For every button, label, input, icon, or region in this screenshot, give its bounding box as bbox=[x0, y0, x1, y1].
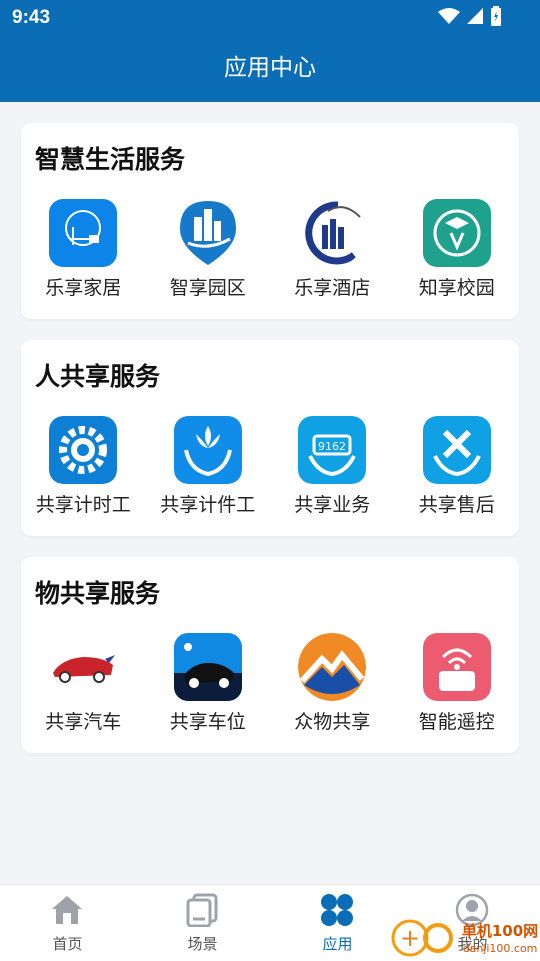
business-icon: 9162 bbox=[298, 416, 366, 484]
hands-plant-icon bbox=[173, 416, 242, 484]
app-grid: 共享计时工 共享计件工 9162 共享业务 共享售后 bbox=[21, 416, 519, 526]
app-label: 共享售后 bbox=[418, 494, 495, 516]
app-item-parking[interactable]: 共享车位 bbox=[146, 633, 271, 743]
remote-icon bbox=[422, 633, 491, 701]
app-label: 共享汽车 bbox=[45, 711, 122, 733]
scenes-icon bbox=[186, 893, 218, 927]
app-grid: 共享汽车 共享车位 众物共享 智能遥控 bbox=[21, 633, 519, 743]
watermark-logo: + 单机100网 danji100.com bbox=[391, 919, 538, 957]
wifi-icon bbox=[438, 8, 460, 24]
app-item-hotel[interactable]: 乐享酒店 bbox=[270, 199, 395, 309]
app-grid: 乐享家居 智享园区 乐享酒店 知享校园 bbox=[21, 199, 519, 309]
svg-text:danji100.com: danji100.com bbox=[463, 942, 538, 955]
tab-label: 场景 bbox=[187, 935, 218, 953]
parking-icon bbox=[173, 633, 242, 701]
gear-icon bbox=[49, 416, 117, 484]
apps-icon bbox=[321, 894, 353, 926]
app-item-piece-worker[interactable]: 共享计件工 bbox=[146, 416, 271, 526]
section-title: 人共享服务 bbox=[35, 362, 161, 391]
app-item-home[interactable]: 乐享家居 bbox=[21, 199, 146, 309]
page-title: 应用中心 bbox=[224, 55, 316, 81]
app-item-hourly-worker[interactable]: 共享计时工 bbox=[21, 416, 146, 526]
status-icons bbox=[438, 6, 502, 26]
app-label: 智享园区 bbox=[169, 277, 246, 299]
app-label: 智能遥控 bbox=[418, 711, 495, 733]
app-item-remote-control[interactable]: 智能遥控 bbox=[395, 633, 520, 743]
section-title: 物共享服务 bbox=[35, 579, 161, 608]
app-header: 应用中心 bbox=[0, 36, 540, 102]
signal-icon bbox=[467, 8, 483, 24]
status-bar: 9:43 bbox=[0, 0, 540, 36]
app-item-crowd-sharing[interactable]: 众物共享 bbox=[270, 633, 395, 743]
tab-label: 应用 bbox=[322, 935, 353, 953]
smart-home-icon bbox=[49, 199, 117, 267]
campus-icon bbox=[422, 199, 491, 267]
tab-home[interactable]: 首页 bbox=[0, 885, 135, 961]
battery-icon bbox=[491, 6, 501, 26]
tab-apps[interactable]: 应用 bbox=[270, 885, 405, 961]
app-label: 乐享酒店 bbox=[294, 277, 371, 299]
status-time: 9:43 bbox=[12, 7, 51, 28]
app-label: 乐享家居 bbox=[45, 277, 122, 299]
home-icon bbox=[52, 896, 82, 924]
mountain-icon bbox=[298, 633, 366, 701]
section-title: 智慧生活服务 bbox=[35, 145, 186, 174]
app-label: 众物共享 bbox=[294, 711, 371, 733]
app-label: 共享计时工 bbox=[35, 494, 131, 516]
car-icon bbox=[49, 633, 117, 701]
section-card-goods-sharing: 物共享服务 共享汽车 共享车位 众物共享 智能遥控 bbox=[21, 557, 519, 753]
app-label: 知享校园 bbox=[418, 277, 495, 299]
svg-text:+: + bbox=[400, 924, 420, 952]
app-item-after-sales[interactable]: 共享售后 bbox=[395, 416, 520, 526]
tab-label: 首页 bbox=[52, 935, 83, 953]
app-item-park[interactable]: 智享园区 bbox=[146, 199, 271, 309]
hotel-icon bbox=[298, 199, 366, 267]
section-card-smart-life: 智慧生活服务 乐享家居 智享园区 乐享酒店 知享校园 bbox=[21, 123, 519, 319]
smart-park-icon bbox=[174, 199, 242, 267]
app-item-shared-car[interactable]: 共享汽车 bbox=[21, 633, 146, 743]
tools-icon bbox=[422, 416, 491, 484]
app-item-campus[interactable]: 知享校园 bbox=[395, 199, 520, 309]
app-label: 共享计件工 bbox=[160, 494, 256, 516]
app-label: 共享车位 bbox=[169, 711, 246, 733]
section-card-people-sharing: 人共享服务 共享计时工 共享计件工 9162 共享业务 共享售后 bbox=[21, 340, 519, 536]
app-label: 共享业务 bbox=[294, 494, 371, 516]
tab-scenes[interactable]: 场景 bbox=[135, 885, 270, 961]
svg-text:单机100网: 单机100网 bbox=[462, 922, 538, 940]
app-item-business[interactable]: 9162 共享业务 bbox=[270, 416, 395, 526]
svg-text:9162: 9162 bbox=[318, 440, 346, 453]
